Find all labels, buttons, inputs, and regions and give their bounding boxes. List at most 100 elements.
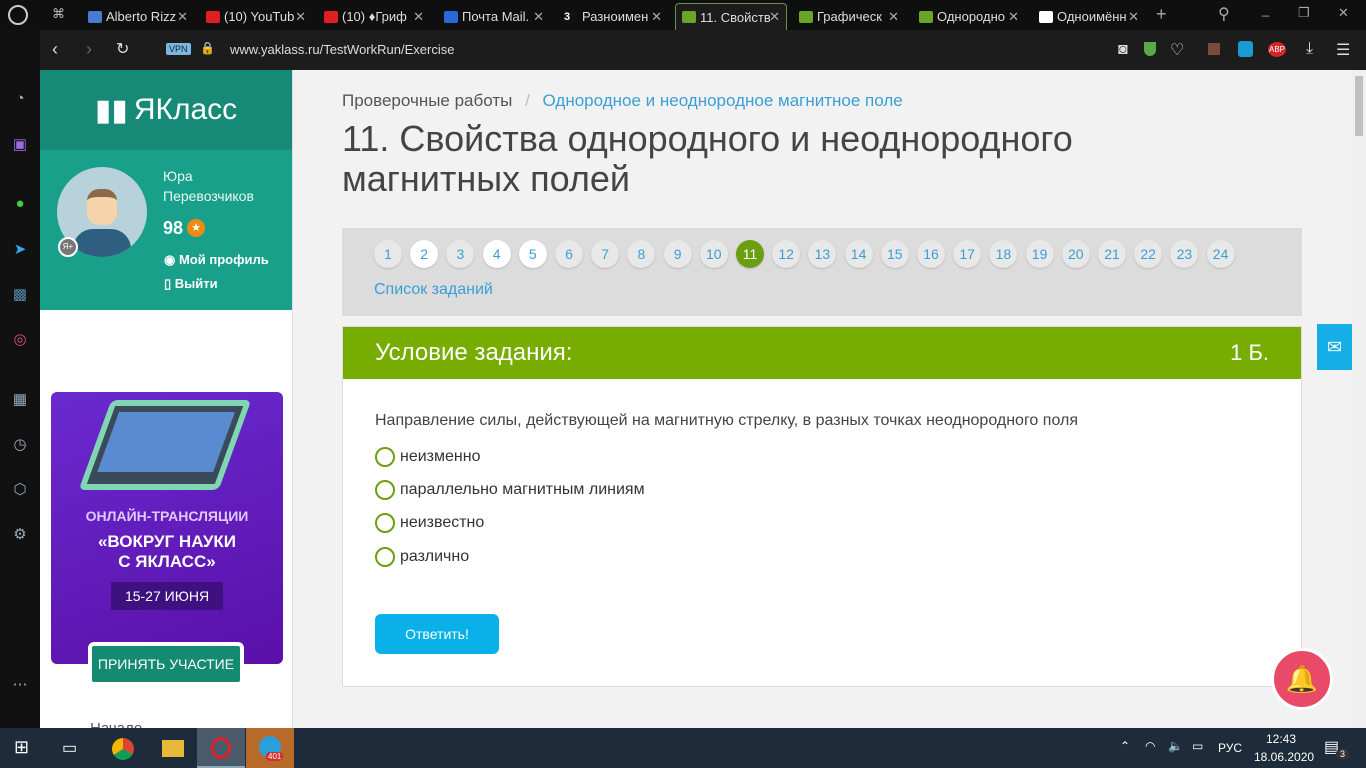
back-button[interactable]: ‹	[52, 39, 58, 60]
clock-time[interactable]: 12:43	[1266, 732, 1296, 746]
page-number-button[interactable]: 19	[1025, 240, 1054, 268]
tab-close-icon[interactable]: ✕	[888, 9, 899, 25]
browser-tab[interactable]: Графическ ✕	[793, 3, 905, 30]
speed-dial-icon[interactable]: ◔	[10, 90, 30, 110]
heart-icon[interactable]: ♡	[1170, 40, 1184, 60]
breadcrumb-topic[interactable]: Однородное и неоднородное магнитное поле	[543, 91, 903, 110]
new-tab-button[interactable]: +	[1156, 4, 1167, 25]
radio-button[interactable]	[375, 547, 395, 567]
browser-tab[interactable]: Однородно ✕	[913, 3, 1025, 30]
clock-date[interactable]: 18.06.2020	[1254, 750, 1314, 764]
browser-tab[interactable]: (10) ♦Гриф ✕	[318, 3, 430, 30]
opera-logo-icon[interactable]	[8, 5, 28, 25]
page-number-button[interactable]: 16	[917, 240, 945, 268]
tray-expand-icon[interactable]: ⌃	[1120, 739, 1130, 753]
tab-close-icon[interactable]: ✕	[1128, 9, 1139, 25]
tab-close-icon[interactable]: ✕	[769, 9, 780, 25]
radio-button[interactable]	[375, 480, 395, 500]
close-window-button[interactable]: ✕	[1338, 5, 1349, 21]
wifi-icon[interactable]: ◠	[1145, 739, 1155, 753]
join-button[interactable]: ПРИНЯТЬ УЧАСТИЕ	[88, 642, 244, 686]
browser-tab[interactable]: Почта Mail. ✕	[438, 3, 550, 30]
tab-close-icon[interactable]: ✕	[295, 9, 306, 25]
page-number-button[interactable]: 14	[844, 240, 873, 268]
apps-icon[interactable]: ▦	[10, 390, 30, 410]
page-number-button[interactable]: 12	[772, 240, 801, 268]
logout-link[interactable]: ▯ Выйти	[164, 276, 218, 292]
volume-icon[interactable]: 🔈	[1168, 739, 1183, 753]
page-number-button[interactable]: 2	[410, 240, 439, 268]
reload-button[interactable]: ↻	[116, 39, 129, 59]
extension-cube-icon[interactable]	[1208, 43, 1220, 55]
page-number-button[interactable]: 7	[591, 240, 620, 268]
page-number-button[interactable]: 24	[1206, 240, 1235, 268]
yaklass-logo[interactable]: ▮▮ ЯКласс	[40, 70, 292, 150]
twitch-icon[interactable]: ▣	[10, 135, 30, 155]
page-number-button[interactable]: 1	[374, 240, 402, 268]
submit-button[interactable]: Ответить!	[375, 614, 499, 654]
browser-tab[interactable]: (10) YouTub ✕	[200, 3, 312, 30]
adblock-icon[interactable]: ABP	[1268, 42, 1287, 57]
my-profile-link[interactable]: ◉ Мой профиль	[164, 252, 269, 268]
notification-bell-button[interactable]: 🔔	[1271, 648, 1333, 710]
radio-button[interactable]	[375, 447, 395, 467]
task-list-link[interactable]: Список заданий	[374, 281, 493, 299]
search-icon[interactable]: ⚲	[1218, 4, 1230, 24]
restore-button[interactable]: ❐	[1298, 5, 1310, 21]
extension-blue-icon[interactable]	[1238, 41, 1253, 57]
page-number-button[interactable]: 5	[518, 240, 547, 268]
tab-close-icon[interactable]: ✕	[651, 9, 662, 25]
history-icon[interactable]: ◷	[10, 435, 30, 455]
instagram-icon[interactable]: ◎	[10, 330, 30, 350]
chrome-icon[interactable]	[112, 738, 134, 760]
telegram-taskbar-icon[interactable]: 401	[246, 728, 294, 768]
tab-close-icon[interactable]: ✕	[1008, 9, 1019, 25]
browser-tab[interactable]: Alberto Rizz ✕	[82, 3, 194, 30]
page-scrollbar[interactable]	[1352, 70, 1366, 728]
page-number-button[interactable]: 22	[1134, 240, 1163, 268]
browser-tab[interactable]: 3 Разноимен ✕	[558, 3, 668, 30]
camera-icon[interactable]: ◙	[1118, 41, 1128, 59]
minimize-button[interactable]: _	[1262, 2, 1269, 17]
tab-close-icon[interactable]: ✕	[177, 9, 188, 25]
page-number-button[interactable]: 15	[880, 240, 909, 268]
page-number-button[interactable]: 9	[663, 240, 692, 268]
cube-icon[interactable]: ⬡	[10, 480, 30, 500]
more-icon[interactable]: ⋯	[10, 675, 30, 695]
download-icon[interactable]: ⤓	[1306, 40, 1313, 58]
opera-taskbar-icon[interactable]	[197, 728, 245, 768]
page-number-button[interactable]: 11	[736, 240, 764, 268]
browser-tab[interactable]: Одноимённ ✕	[1033, 3, 1145, 30]
nav-start[interactable]: Начало	[90, 720, 142, 728]
tab-close-icon[interactable]: ✕	[413, 9, 424, 25]
vpn-badge[interactable]: VPN	[166, 43, 191, 55]
gamepad-icon[interactable]: ⌘	[52, 6, 65, 22]
answer-option[interactable]: различно	[375, 547, 469, 567]
battery-icon[interactable]: ▭	[1192, 739, 1203, 753]
url-field[interactable]: www.yaklass.ru/TestWorkRun/Exercise	[230, 42, 454, 57]
page-number-button[interactable]: 4	[482, 240, 511, 268]
vk-icon[interactable]: ▩	[10, 285, 30, 305]
task-view-button[interactable]: ▭	[62, 738, 77, 758]
settings-icon[interactable]: ⚙	[10, 525, 30, 545]
page-number-button[interactable]: 10	[699, 240, 728, 268]
answer-option[interactable]: параллельно магнитным линиям	[375, 480, 645, 500]
page-number-button[interactable]: 20	[1061, 240, 1090, 268]
language-indicator[interactable]: РУС	[1218, 741, 1242, 755]
forward-button[interactable]: ›	[86, 39, 92, 60]
tab-close-icon[interactable]: ✕	[533, 9, 544, 25]
page-number-button[interactable]: 6	[555, 240, 583, 268]
page-number-button[interactable]: 17	[953, 240, 982, 268]
feedback-mail-button[interactable]: ✉	[1317, 324, 1352, 370]
whatsapp-icon[interactable]: ●	[10, 195, 30, 215]
answer-option[interactable]: неизвестно	[375, 513, 484, 533]
browser-tab[interactable]: 11. Свойств ✕	[675, 3, 787, 30]
breadcrumb-root[interactable]: Проверочные работы	[342, 91, 512, 110]
telegram-icon[interactable]: ➤	[10, 240, 30, 260]
radio-button[interactable]	[375, 513, 395, 533]
answer-option[interactable]: неизменно	[375, 447, 480, 467]
shield-icon[interactable]	[1144, 42, 1156, 56]
page-number-button[interactable]: 21	[1098, 240, 1126, 268]
start-button[interactable]: ⊞	[14, 737, 29, 758]
settings-menu-icon[interactable]: ☰	[1336, 40, 1350, 60]
